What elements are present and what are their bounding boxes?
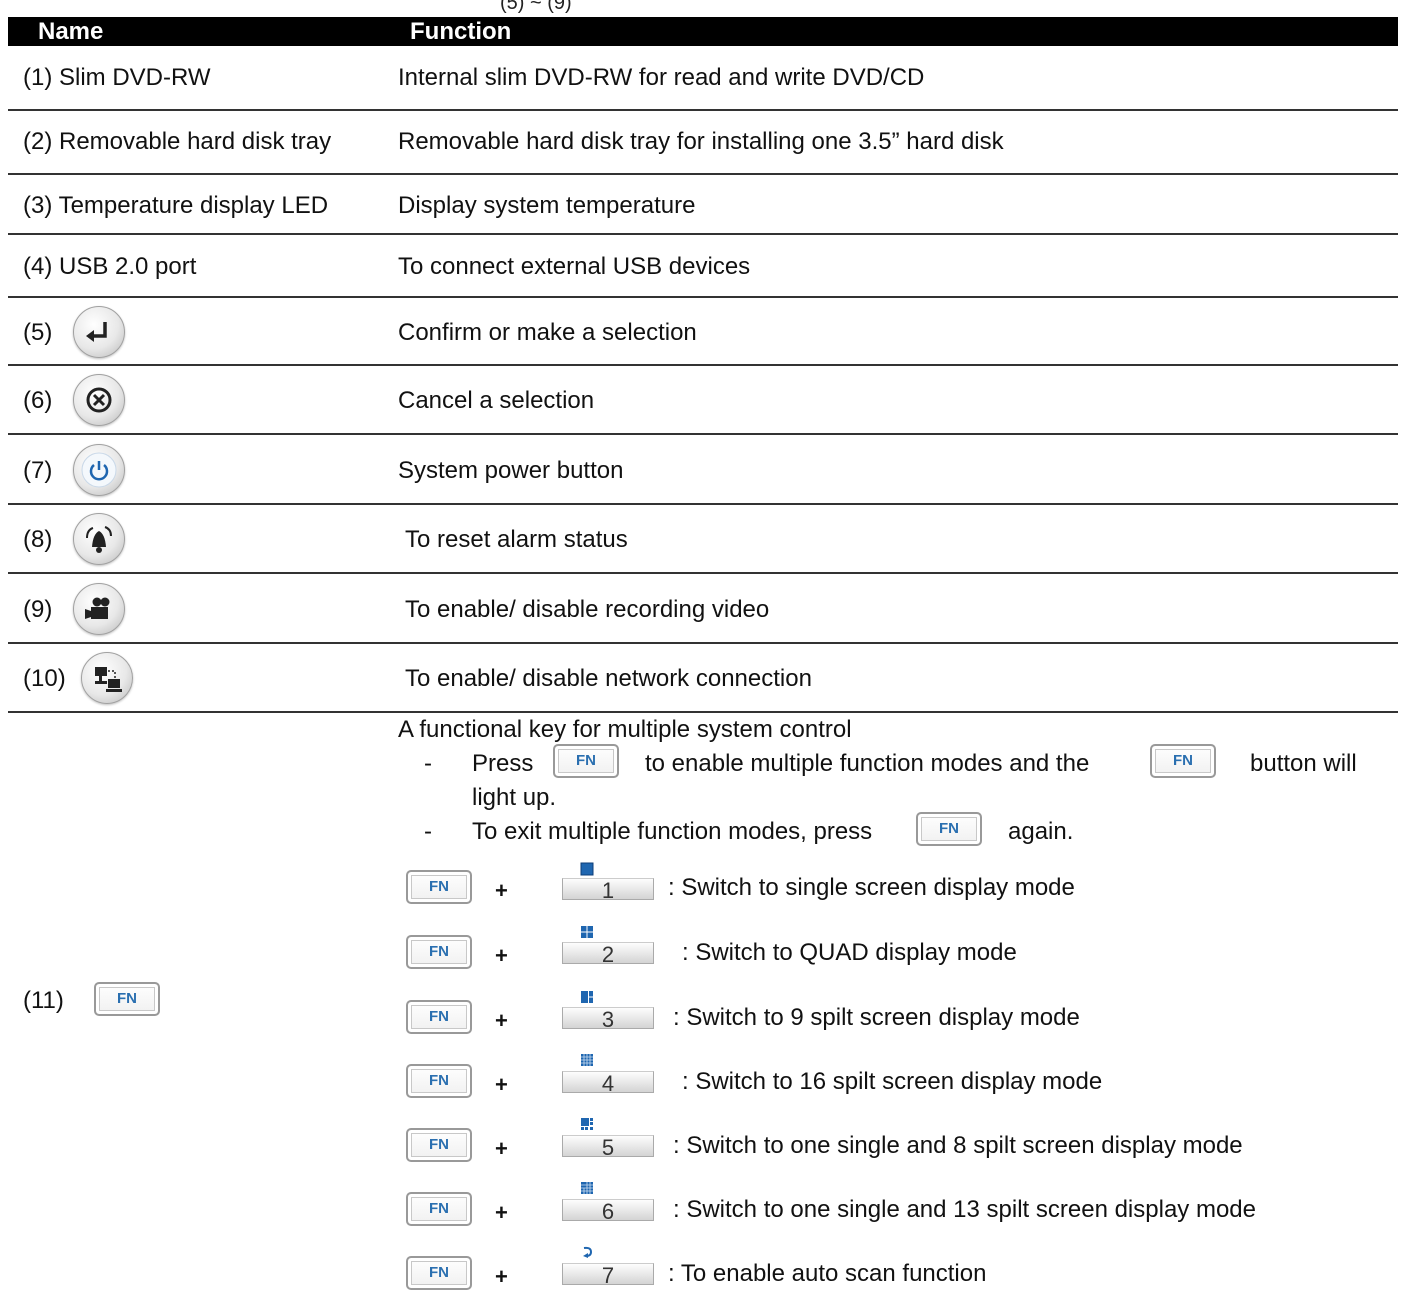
combo-description: : Switch to single screen display mode xyxy=(668,874,1075,901)
table-row: (3) Temperature display LED Display syst… xyxy=(8,175,1398,235)
name-column-header: Name xyxy=(38,18,104,45)
row-name: (10) xyxy=(23,665,66,692)
table-row: (9) To enable/ disable recording video xyxy=(8,574,1398,644)
table-row: (5) Confirm or make a selection xyxy=(8,298,1398,366)
bullet2-text-b: again. xyxy=(1008,818,1074,845)
fn-key-icon: FN xyxy=(406,1256,472,1290)
combo-description: : To enable auto scan function xyxy=(668,1260,987,1287)
one-plus-eight-icon xyxy=(581,1118,593,1130)
combo-description: : Switch to one single and 8 spilt scree… xyxy=(673,1132,1243,1159)
fn-key-icon: FN xyxy=(916,812,982,846)
alarm-reset-icon xyxy=(73,513,125,565)
number-key-6: 6 xyxy=(562,1199,654,1224)
row-name: (1) Slim DVD-RW xyxy=(23,64,211,91)
function-column-header: Function xyxy=(410,18,512,45)
fn-key-icon: FN xyxy=(406,1000,472,1034)
combo-description: : Switch to 16 spilt screen display mode xyxy=(682,1068,1103,1095)
combo-description: : Switch to one single and 13 spilt scre… xyxy=(673,1196,1256,1223)
plus-sign: + xyxy=(495,1264,508,1289)
row-function: Cancel a selection xyxy=(398,387,595,414)
table-row: (8) To reset alarm status xyxy=(8,505,1398,574)
auto-scan-icon xyxy=(583,1246,593,1258)
row-function: Internal slim DVD-RW for read and write … xyxy=(398,64,925,91)
table-row: (1) Slim DVD-RW Internal slim DVD-RW for… xyxy=(8,46,1398,111)
table-row: (2) Removable hard disk tray Removable h… xyxy=(8,111,1398,175)
bullet-dash: - xyxy=(424,750,432,777)
bullet1-text-b: to enable multiple function modes and th… xyxy=(645,750,1090,777)
cropped-heading-fragment: (5) ~ (9) xyxy=(500,0,572,14)
row-function: System power button xyxy=(398,457,624,484)
bullet1-text-a: Press xyxy=(472,750,534,777)
plus-sign: + xyxy=(495,1200,508,1225)
row-name: (3) Temperature display LED xyxy=(23,192,329,219)
plus-sign: + xyxy=(495,1136,508,1161)
row-function: To enable/ disable network connection xyxy=(405,665,812,692)
table-header: Name Function xyxy=(8,17,1398,46)
row-function: Removable hard disk tray for installing … xyxy=(398,128,1004,155)
number-key-4: 4 xyxy=(562,1071,654,1096)
fn-key-icon: FN xyxy=(406,935,472,969)
row-name: (7) xyxy=(23,457,53,484)
row-name: (2) Removable hard disk tray xyxy=(23,128,332,155)
bullet2-text-a: To exit multiple function modes, press xyxy=(472,818,873,845)
row-name: (5) xyxy=(23,319,53,346)
fn-key-icon: FN xyxy=(1150,744,1216,778)
fn-key-icon: FN xyxy=(406,1128,472,1162)
table-row: (10) To enable/ disable network connecti… xyxy=(8,644,1398,713)
number-key-2: 2 xyxy=(562,942,654,967)
plus-sign: + xyxy=(495,878,508,903)
single-screen-icon xyxy=(580,862,594,876)
plus-sign: + xyxy=(495,943,508,968)
row-function: To reset alarm status xyxy=(405,526,628,553)
row-name: (4) USB 2.0 port xyxy=(23,253,197,280)
plus-sign: + xyxy=(495,1072,508,1097)
bullet-dash: - xyxy=(424,818,432,845)
number-key-7: 7 xyxy=(562,1263,654,1288)
network-icon xyxy=(81,652,133,704)
fn-key-icon: FN xyxy=(406,1192,472,1226)
row-name: (8) xyxy=(23,526,53,553)
bullet1-text-c: button will xyxy=(1250,750,1357,777)
fn-key-icon: FN xyxy=(94,982,160,1016)
sixteen-split-icon xyxy=(581,1054,593,1066)
table-row: (4) USB 2.0 port To connect external USB… xyxy=(8,235,1398,298)
fn-key-icon: FN xyxy=(406,870,472,904)
cancel-icon xyxy=(73,374,125,426)
combo-description: : Switch to 9 spilt screen display mode xyxy=(673,1004,1080,1031)
row-function: Confirm or make a selection xyxy=(398,319,697,346)
row-function: To enable/ disable recording video xyxy=(405,596,770,623)
table-row: (7) System power button xyxy=(8,435,1398,505)
row-name: (11) xyxy=(23,987,64,1014)
number-key-1: 1 xyxy=(562,878,654,903)
fn-key-icon: FN xyxy=(553,744,619,778)
number-key-3: 3 xyxy=(562,1007,654,1032)
plus-sign: + xyxy=(495,1008,508,1033)
fn-key-icon: FN xyxy=(406,1064,472,1098)
row-name: (6) xyxy=(23,387,53,414)
row-function: To connect external USB devices xyxy=(398,253,751,280)
video-camera-icon xyxy=(73,583,125,635)
table-row: (6) Cancel a selection xyxy=(8,366,1398,435)
one-plus-thirteen-icon xyxy=(581,1182,593,1194)
fn-intro: A functional key for multiple system con… xyxy=(398,716,852,743)
power-icon xyxy=(73,444,125,496)
combo-description: : Switch to QUAD display mode xyxy=(682,939,1017,966)
enter-icon xyxy=(73,306,125,358)
bullet1-text-d: light up. xyxy=(472,784,557,811)
row-name: (9) xyxy=(23,596,53,623)
nine-split-icon xyxy=(581,991,593,1003)
quad-screen-icon xyxy=(581,926,593,938)
row-function: Display system temperature xyxy=(398,192,696,219)
number-key-5: 5 xyxy=(562,1135,654,1160)
